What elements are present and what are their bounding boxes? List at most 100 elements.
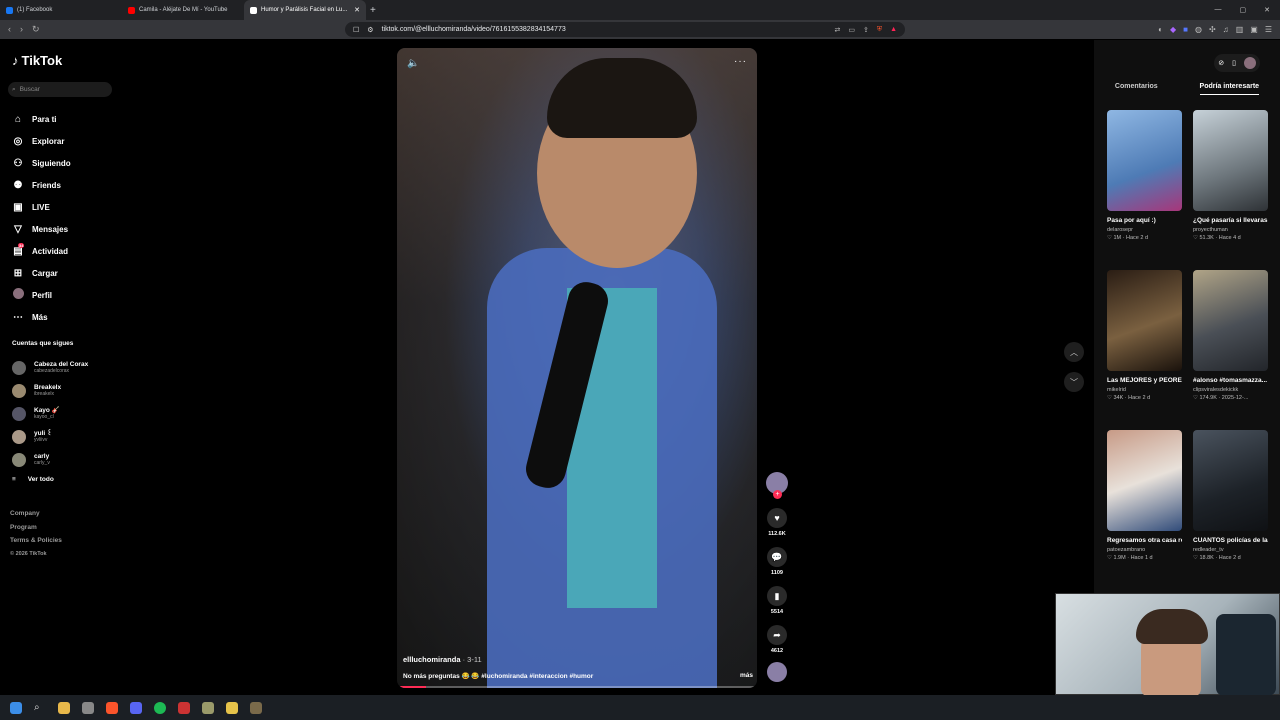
save-button[interactable]: ▮ [767,586,787,606]
close-window-button[interactable]: ✕ [1264,6,1270,14]
nav-item-perfil[interactable]: Perfil [12,284,71,306]
card-title: Regresamos otra casa robada con... [1107,537,1182,544]
more-options-icon[interactable]: ··· [734,56,747,67]
nav-item-siguiendo[interactable]: ⚇ Siguiendo [12,152,71,174]
user-avatar[interactable] [1244,57,1256,69]
nav-item-cargar[interactable]: ⊞ Cargar [12,262,71,284]
minimize-button[interactable]: — [1215,6,1222,14]
app-icon[interactable] [178,701,190,714]
nav-item-actividad[interactable]: ▤ 34 Actividad [12,240,71,262]
account-username: cabezadelcorax [34,368,70,374]
volume-icon[interactable]: 🔈 [407,58,419,69]
card-meta: ♡ 51.3K · Hace 4 d [1193,235,1241,241]
translate-icon[interactable]: ⇄ [834,26,840,34]
following-item[interactable]: Kayo 🎸 kayoo_cl [12,402,88,425]
card-meta: ♡ 18.8K · Hace 2 d [1193,555,1241,561]
footer-link-program[interactable]: Program [10,521,62,535]
music-icon[interactable]: ♫ [1223,25,1229,34]
sidebar-toggle-icon[interactable]: ▥ [1236,25,1244,34]
nav-item-explorar[interactable]: ◎ Explorar [12,130,71,152]
wallet-icon[interactable]: ▣ [1250,25,1258,34]
comment-button[interactable]: 💬 [767,547,787,567]
creator-avatar[interactable]: + [766,472,788,499]
recommended-card[interactable]: Las MEJORES y PEORES portada... mikelrid ♡… [1107,270,1182,430]
nav-item-para-ti[interactable]: ⌂ Para ti [12,108,71,130]
extension-icon[interactable]: ■ [1183,25,1188,34]
sound-avatar[interactable] [767,662,787,682]
brave-shield-icon[interactable]: ⛨ [877,26,882,34]
tiktok-favicon-icon [250,6,257,14]
tab-podria-interesarte[interactable]: Podría interesarte [1199,83,1260,95]
spotify-icon[interactable] [154,701,166,714]
menu-icon[interactable]: ☰ [1265,25,1272,34]
previous-video-button[interactable]: ︿ [1064,342,1084,362]
file-explorer-icon[interactable] [58,701,70,714]
card-title: Las MEJORES y PEORES portada... [1107,377,1182,384]
recommended-card[interactable]: #alonso #tomasmazza... clipsviralesdekick… [1193,270,1268,430]
recommended-card[interactable]: Regresamos otra casa robada con... patoez… [1107,430,1182,590]
tab-tiktok[interactable]: Humor y Parálisis Facial en Lu... ✕ [244,0,366,20]
tab-comentarios[interactable]: Comentarios [1115,83,1158,95]
following-item[interactable]: Cabeza del Corax cabezadelcorax [12,356,88,379]
follow-plus-icon[interactable]: + [773,490,782,499]
extension-icon[interactable]: ◐ [1158,25,1163,34]
back-icon[interactable]: ‹ [8,24,11,35]
nav-label: Cargar [32,268,58,278]
footer-link-terms[interactable]: Terms & Policies [10,534,62,548]
windows-start-icon[interactable] [10,701,22,714]
see-all-button[interactable]: ≡ Ver todo [12,476,54,483]
close-tab-icon[interactable]: ✕ [354,6,360,14]
following-item[interactable]: Breakelx ibreakelx [12,379,88,402]
like-button[interactable]: ♥ [767,508,787,528]
recommended-card[interactable]: CUANTOS policías de la RPD... redleader_t… [1193,430,1268,590]
nav-item-mensajes[interactable]: ▽ Mensajes [12,218,71,240]
following-item[interactable]: carly carly_v [12,448,88,471]
collections-icon[interactable]: ⊘ [1218,59,1224,67]
video-progress-bar[interactable] [397,686,757,688]
more-description-button[interactable]: más [740,672,753,680]
app-icon[interactable] [226,701,238,714]
search-icon[interactable]: ⌕ [34,702,46,714]
brave-browser-icon[interactable] [106,701,118,714]
description-text: No más preguntas 😂 😂 #luchomiranda #inte… [403,673,594,680]
tiktok-logo[interactable]: ♪ TikTok [12,53,62,68]
video-player[interactable]: 🔈 ··· ellluchomiranda · 3-11 No más preg… [397,48,757,688]
forward-icon[interactable]: › [20,24,23,35]
app-icon[interactable] [82,701,94,714]
heart-icon: ♥ [774,513,780,523]
card-title: #alonso #tomasmazza... [1193,377,1268,384]
nav-item-live[interactable]: ▣ LIVE [12,196,71,218]
recommended-card[interactable]: ¿Qué pasaría si llevaras un... proyecthum… [1193,110,1268,270]
recommended-card[interactable]: Pasa por aquí :) delarosepr ♡ 1M · Hace 2 … [1107,110,1182,270]
rewards-icon[interactable]: ▲ [890,26,897,34]
nav-item-friends[interactable]: ⚉ Friends [12,174,71,196]
next-video-button[interactable]: ﹀ [1064,372,1084,392]
video-date: · 3-11 [460,655,482,664]
nav-item-mas[interactable]: ⋯ Más [12,306,71,328]
device-icon[interactable]: ▯ [1232,59,1236,67]
site-info-icon[interactable]: ⚙ [367,26,373,34]
following-item[interactable]: yuli ꒰ yvliivv [12,425,88,448]
extension-icon[interactable]: ◍ [1195,25,1202,34]
share-button[interactable]: ➦ [767,625,787,645]
share-icon[interactable]: ⇪ [863,26,869,34]
reload-icon[interactable]: ↻ [32,24,40,35]
cast-icon[interactable]: ▭ [848,26,855,34]
tab-facebook[interactable]: (1) Facebook [0,0,122,20]
puzzle-icon[interactable]: ✣ [1209,25,1216,34]
url-bar[interactable]: ☐ ⚙ tiktok.com/@ellluchomiranda/video/76… [345,22,905,37]
extension-icon[interactable]: ◆ [1170,25,1176,34]
discord-icon[interactable] [130,701,142,714]
url-text[interactable]: tiktok.com/@ellluchomiranda/video/761615… [382,26,566,33]
maximize-button[interactable]: ▢ [1240,6,1247,14]
search-input[interactable]: ⌕ Buscar [8,82,112,97]
new-tab-button[interactable]: + [370,5,376,16]
app-icon[interactable] [202,701,214,714]
share-arrow-icon: ➦ [773,629,781,640]
app-icon[interactable] [250,701,262,714]
tab-youtube[interactable]: Camila - Aléjate De Mí - YouTube [122,0,244,20]
bookmark-icon[interactable]: ☐ [353,26,359,34]
footer-link-company[interactable]: Company [10,507,62,521]
card-meta: ♡ 1M · Hace 2 d [1107,235,1149,241]
video-author[interactable]: ellluchomiranda · 3-11 [403,655,753,664]
